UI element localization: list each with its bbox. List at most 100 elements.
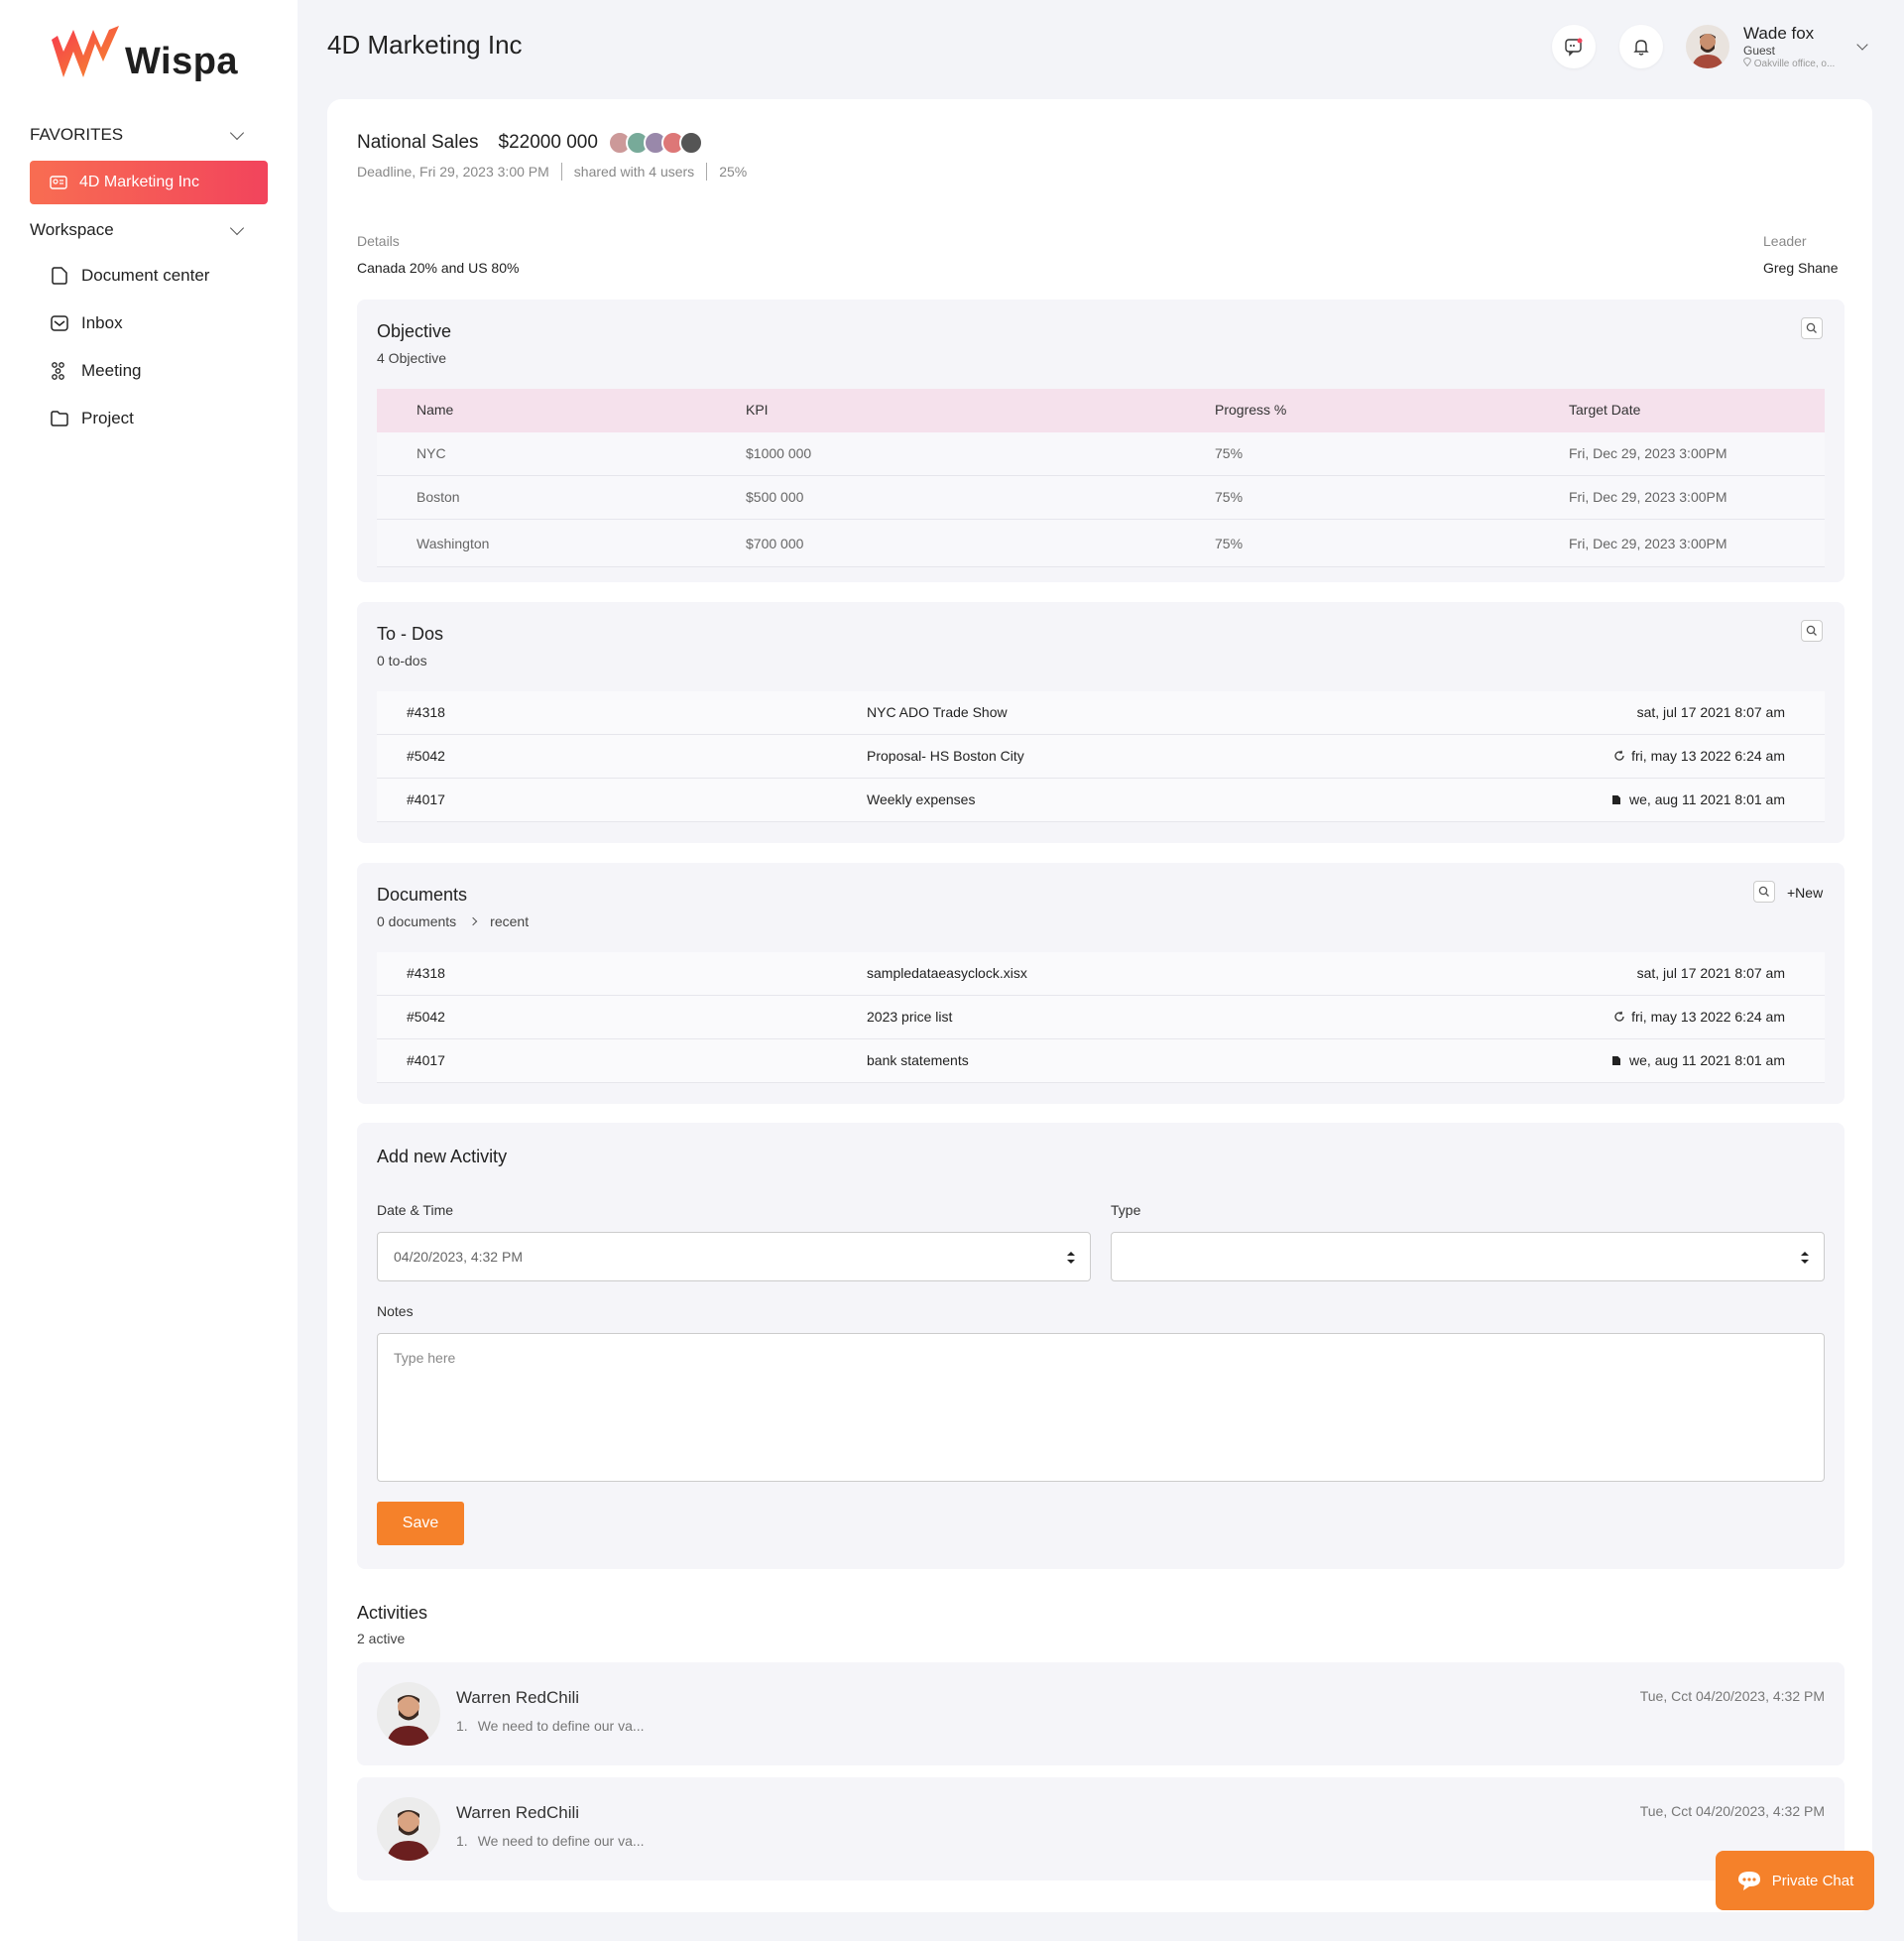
documents-panel: Documents 0 documents recent +New #4318 … (357, 863, 1844, 1104)
todos-title: To - Dos (377, 624, 444, 644)
chat-notification-button[interactable] (1552, 25, 1596, 68)
leader-value: Greg Shane (1763, 260, 1839, 276)
list-item[interactable]: #4017 Weekly expenses we, aug 11 2021 8:… (377, 779, 1825, 822)
type-select[interactable] (1111, 1232, 1825, 1281)
search-icon (1806, 322, 1817, 333)
notes-textarea[interactable]: Type here (377, 1333, 1825, 1482)
documents-filter[interactable]: recent (490, 913, 529, 929)
chevron-down-icon (1856, 38, 1868, 51)
deadline-text: Deadline, Fri 29, 2023 3:00 PM (357, 164, 549, 180)
document-date: sat, jul 17 2021 8:07 am (1636, 965, 1785, 981)
favorite-item-active[interactable]: 4D Marketing Inc (30, 161, 268, 204)
sidebar-item-inbox[interactable]: Inbox (50, 313, 123, 333)
sidebar-item-meeting[interactable]: Meeting (50, 361, 141, 381)
activity-author: Warren RedChili (456, 1803, 580, 1822)
chat-badge-icon (1565, 38, 1583, 57)
workspace-section-toggle[interactable]: Workspace (30, 220, 248, 240)
stepper-arrows-icon (1067, 1252, 1075, 1264)
table-header: Name KPI Progress % Target Date (377, 389, 1825, 432)
document-date: we, aug 11 2021 8:01 am (1629, 1052, 1785, 1068)
private-chat-button[interactable]: Private Chat (1716, 1851, 1874, 1910)
divider (706, 163, 708, 181)
documents-search-button[interactable] (1753, 881, 1775, 903)
date-time-label: Date & Time (377, 1202, 454, 1218)
search-icon (1758, 886, 1769, 897)
column-header-target-date: Target Date (1569, 402, 1641, 418)
chevron-down-icon (229, 220, 245, 235)
activity-avatar (377, 1682, 440, 1746)
location-pin-icon (1743, 58, 1751, 67)
chevron-right-icon (468, 916, 478, 926)
stepper-arrows-icon (1801, 1252, 1809, 1264)
leader-label: Leader (1763, 233, 1807, 249)
notes-label: Notes (377, 1303, 414, 1319)
cell-target-date: Fri, Dec 29, 2023 3:00PM (1569, 536, 1727, 551)
favorites-section-toggle[interactable]: FAVORITES (30, 125, 248, 145)
date-time-value: 04/20/2023, 4:32 PM (394, 1249, 523, 1265)
list-item[interactable]: #5042 Proposal- HS Boston City fri, may … (377, 735, 1825, 779)
user-menu[interactable]: Wade fox Guest Oakville office, o... (1686, 24, 1872, 69)
document-name: 2023 price list (867, 1009, 953, 1025)
folder-icon (51, 411, 68, 426)
todos-search-button[interactable] (1801, 620, 1823, 642)
refresh-icon (1614, 750, 1624, 761)
todo-date-group: fri, may 13 2022 6:24 am (1613, 748, 1785, 764)
summary-header: National Sales $22000 000 (357, 131, 703, 155)
todo-id: #4017 (407, 791, 445, 807)
list-item[interactable]: #4318 sampledataeasyclock.xisx sat, jul … (377, 952, 1825, 996)
notifications-button[interactable] (1619, 25, 1663, 68)
file-icon (1612, 794, 1621, 804)
shared-avatars[interactable] (607, 131, 703, 155)
activity-note-text: We need to define our va... (477, 1833, 645, 1849)
cell-target-date: Fri, Dec 29, 2023 3:00PM (1569, 489, 1727, 505)
sidebar-item-label: Inbox (81, 313, 123, 332)
list-item[interactable]: #4318 NYC ADO Trade Show sat, jul 17 202… (377, 691, 1825, 735)
list-item[interactable]: #4017 bank statements we, aug 11 2021 8:… (377, 1039, 1825, 1083)
objective-count: 4 Objective (377, 350, 447, 366)
user-avatar (1686, 25, 1729, 68)
activity-date: Tue, Cct 04/20/2023, 4:32 PM (1639, 1803, 1825, 1819)
sidebar-item-project[interactable]: Project (50, 409, 134, 428)
column-header-kpi: KPI (746, 402, 769, 418)
activity-note: 1. We need to define our va... (456, 1833, 645, 1849)
progress-percent: 25% (719, 164, 748, 180)
cell-progress: 75% (1215, 445, 1244, 461)
table-row[interactable]: Boston $500 000 75% Fri, Dec 29, 2023 3:… (377, 476, 1825, 520)
cell-name: Boston (416, 489, 460, 505)
activity-avatar (377, 1797, 440, 1861)
private-chat-label: Private Chat (1771, 1872, 1854, 1889)
type-label: Type (1111, 1202, 1141, 1218)
add-activity-title: Add new Activity (377, 1147, 508, 1166)
activity-item[interactable]: Warren RedChili 1. We need to define our… (357, 1662, 1844, 1765)
document-id: #4318 (407, 965, 445, 981)
summary-meta: Deadline, Fri 29, 2023 3:00 PM shared wi… (357, 163, 747, 181)
document-name: bank statements (867, 1052, 969, 1068)
add-activity-panel: Add new Activity Date & Time 04/20/2023,… (357, 1123, 1844, 1569)
new-document-button[interactable]: +New (1787, 885, 1823, 901)
cell-name: Washington (416, 536, 490, 551)
chat-bubble-icon (1737, 1872, 1760, 1890)
sidebar: Wispa FAVORITES 4D Marketing Inc Workspa… (0, 0, 298, 1941)
todo-name: NYC ADO Trade Show (867, 704, 1008, 720)
todos-panel: To - Dos 0 to-dos #4318 NYC ADO Trade Sh… (357, 602, 1844, 843)
brand-logo[interactable]: Wispa (50, 22, 238, 83)
document-id: #4017 (407, 1052, 445, 1068)
wispa-logo-icon (52, 26, 119, 77)
objective-search-button[interactable] (1801, 317, 1823, 339)
user-name: Wade fox (1743, 24, 1815, 43)
save-button[interactable]: Save (377, 1502, 464, 1545)
cell-kpi: $700 000 (746, 536, 804, 551)
inbox-icon (51, 315, 68, 331)
details-value: Canada 20% and US 80% (357, 260, 520, 276)
list-item[interactable]: #5042 2023 price list fri, may 13 2022 6… (377, 996, 1825, 1039)
user-location: Oakville office, o... (1743, 58, 1835, 69)
cell-kpi: $500 000 (746, 489, 804, 505)
date-time-input[interactable]: 04/20/2023, 4:32 PM (377, 1232, 1091, 1281)
cell-kpi: $1000 000 (746, 445, 812, 461)
table-row[interactable]: Washington $700 000 75% Fri, Dec 29, 202… (377, 520, 1825, 567)
table-row[interactable]: NYC $1000 000 75% Fri, Dec 29, 2023 3:00… (377, 432, 1825, 476)
activity-item[interactable]: Warren RedChili 1. We need to define our… (357, 1777, 1844, 1880)
sidebar-item-document-center[interactable]: Document center (50, 266, 209, 286)
cell-name: NYC (416, 445, 446, 461)
todo-date: sat, jul 17 2021 8:07 am (1636, 704, 1785, 720)
